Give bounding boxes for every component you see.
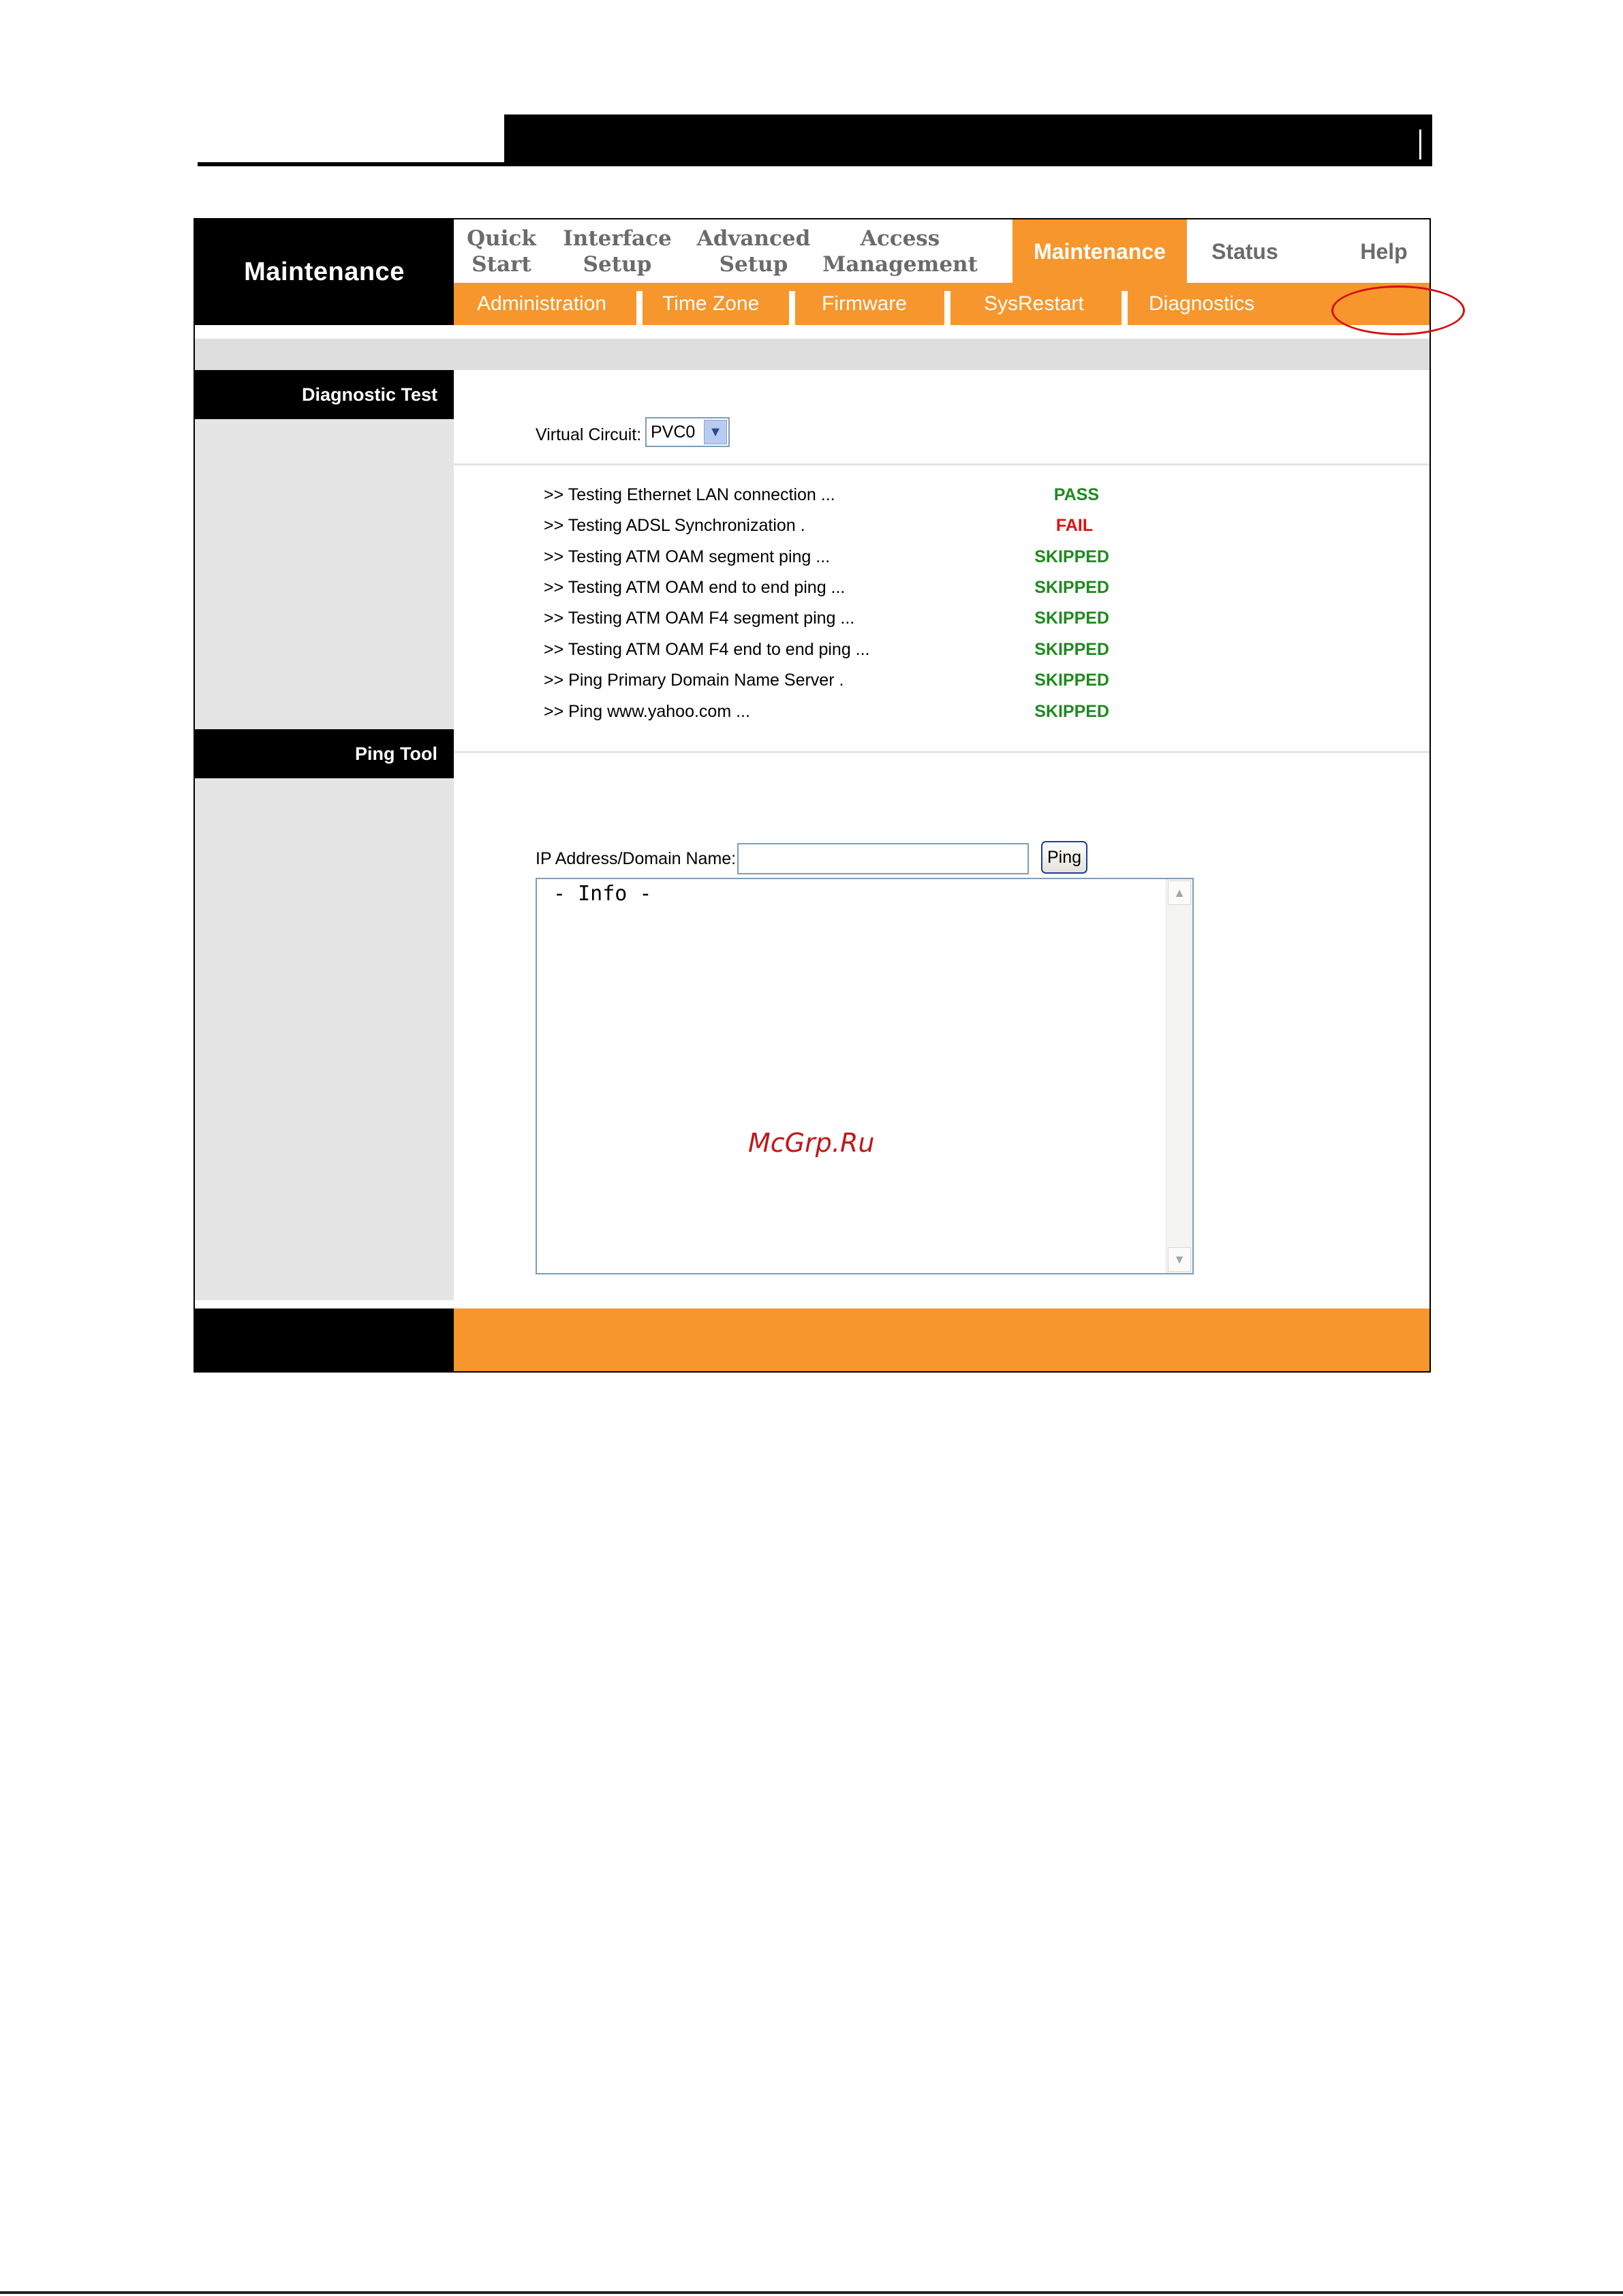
subnav-separator [1122,291,1128,325]
subnav-sysrestart[interactable]: SysRestart [984,283,1084,325]
virtual-circuit-select[interactable]: PVC0 ▼ [645,417,730,447]
test-row: >> Ping www.yahoo.com ... SKIPPED [544,702,1157,729]
nav-help[interactable]: Help [1340,219,1428,283]
section-divider [454,463,1429,465]
nav-quick-start[interactable]: Quick Start [454,219,549,283]
footer-bar [454,1308,1429,1371]
diagnostics-highlight-ring [1331,286,1465,335]
watermark: McGrp.Ru [748,1128,875,1158]
nav-interface-setup[interactable]: Interface Setup [549,219,685,283]
sub-nav: Administration Time Zone Firmware SysRes… [454,283,1429,325]
content-top-strip [195,339,1429,370]
test-status-pass: PASS [1053,485,1099,504]
subnav-separator [789,291,795,325]
ping-info-textarea[interactable]: - Info - ▲ ▼ [536,878,1194,1274]
ip-address-label: IP Address/Domain Name: [536,849,737,868]
virtual-circuit-label: Virtual Circuit: [536,425,642,444]
chevron-down-icon[interactable]: ▼ [1168,1247,1191,1272]
router-admin-window: Maintenance Quick Start Interface Setup Ad… [194,218,1465,1373]
ip-address-input[interactable] [737,843,1029,874]
test-row: >> Testing ATM OAM segment ping ... SKIP… [544,547,1157,575]
subnav-administration[interactable]: Administration [477,283,606,325]
section-divider [454,751,1429,753]
test-row: >> Ping Primary Domain Name Server . SKI… [544,671,1157,698]
test-row: >> Testing ATM OAM F4 segment ping ... S… [544,609,1157,636]
section-heading-ping-tool: Ping Tool [195,729,454,778]
top-nav: Quick Start Interface Setup Advanced Setup … [454,219,1429,283]
page-title: Maintenance [195,219,454,325]
nav-status[interactable]: Status [1187,219,1303,283]
nav-access-management[interactable]: Access Management [822,219,978,283]
test-status-skipped: SKIPPED [1034,609,1109,628]
test-status-skipped: SKIPPED [1034,640,1109,659]
subnav-diagnostics[interactable]: Diagnostics [1149,283,1254,325]
test-row: >> Testing ATM OAM F4 end to end ping ..… [544,640,1157,667]
nav-maintenance[interactable]: Maintenance [1013,219,1187,283]
nav-advanced-setup[interactable]: Advanced Setup [685,219,822,283]
document-header-mark [1419,129,1421,159]
virtual-circuit-value: PVC0 [651,422,696,442]
footer-left [195,1308,454,1371]
scrollbar[interactable]: ▲ ▼ [1166,879,1192,1273]
test-status-fail: FAIL [1055,516,1093,535]
left-panel [195,370,454,1300]
section-heading-diagnostic-test: Diagnostic Test [195,370,454,419]
subnav-separator [944,291,950,325]
chevron-up-icon[interactable]: ▲ [1168,881,1191,905]
test-status-skipped: SKIPPED [1034,702,1109,721]
subnav-time-zone[interactable]: Time Zone [662,283,759,325]
subnav-firmware[interactable]: Firmware [822,283,907,325]
test-status-skipped: SKIPPED [1034,671,1109,690]
ping-button[interactable]: Ping [1041,841,1087,874]
test-status-skipped: SKIPPED [1034,578,1109,597]
document-header-bar [504,114,1432,165]
subnav-separator [636,291,643,325]
test-row: >> Testing ATM OAM end to end ping ... S… [544,578,1157,605]
document-footer-rule [0,2291,1623,2294]
test-status-skipped: SKIPPED [1034,547,1109,566]
chevron-down-icon[interactable]: ▼ [704,420,727,444]
info-text: - Info - [553,882,652,906]
document-header-rule [198,162,1432,166]
test-row: >> Testing Ethernet LAN connection ... P… [544,485,1157,512]
test-row: >> Testing ADSL Synchronization . FAIL [544,516,1157,543]
